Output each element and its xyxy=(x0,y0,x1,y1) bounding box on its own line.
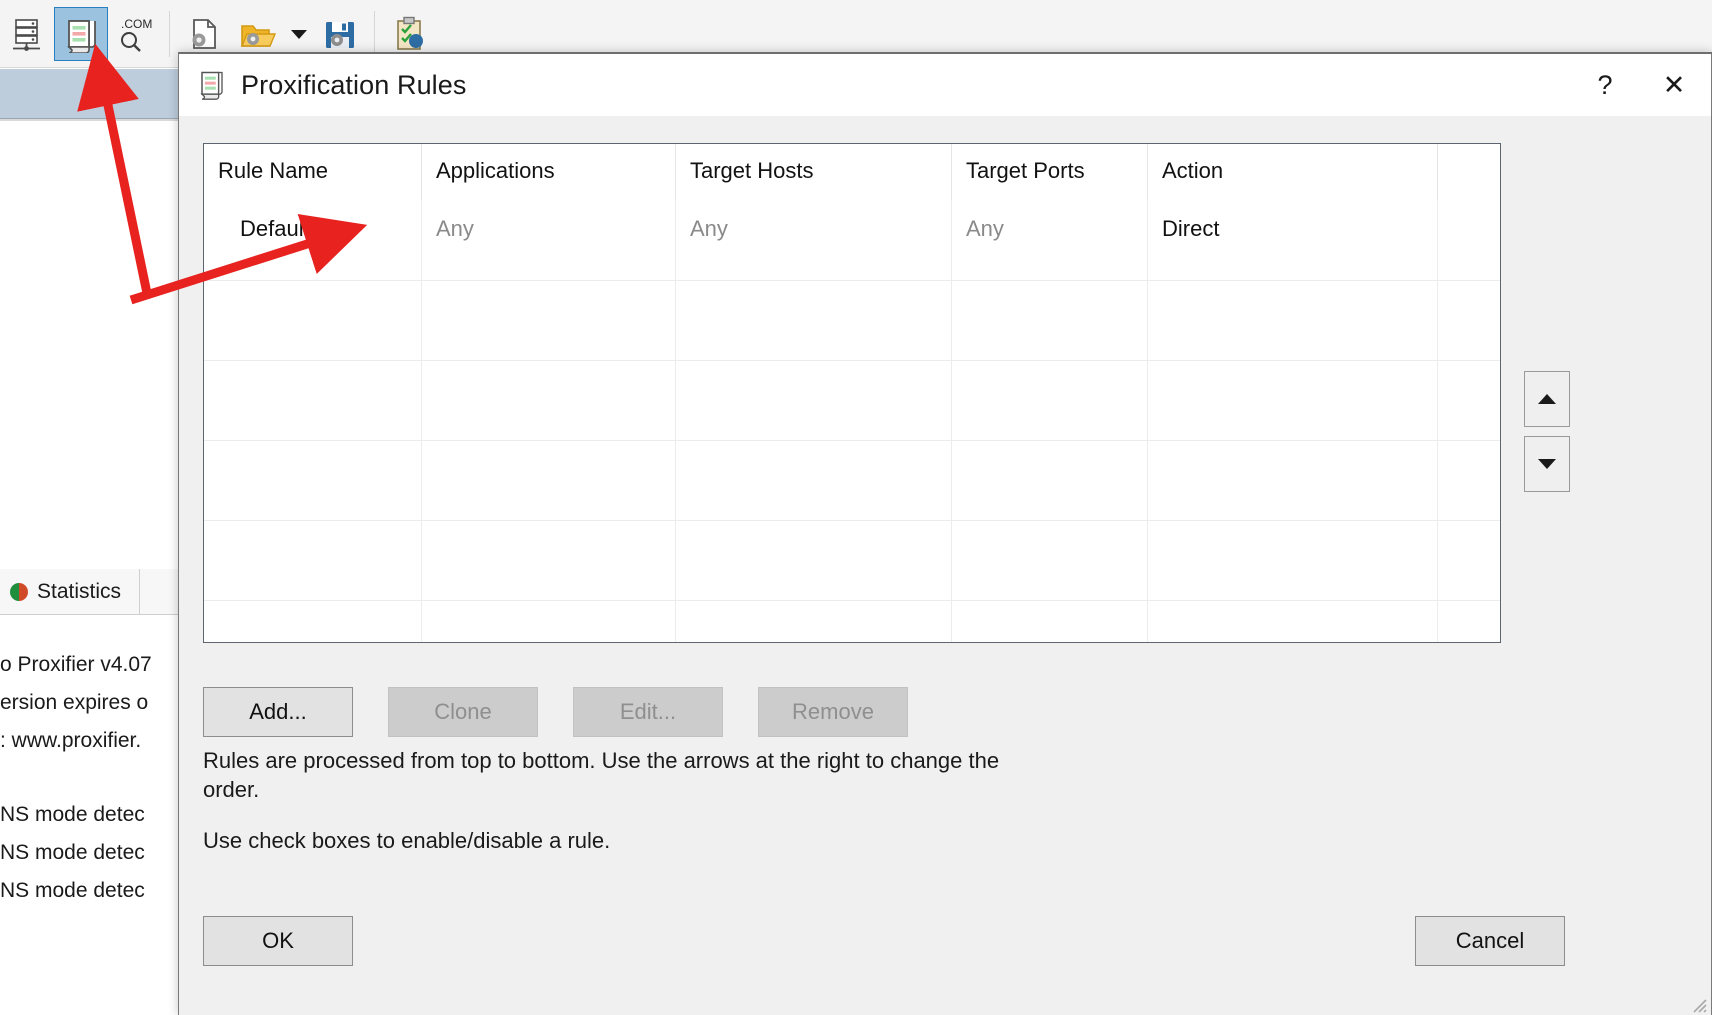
resize-grip[interactable] xyxy=(1689,995,1707,1013)
dialog-window-controls: ? ✕ xyxy=(1573,54,1711,116)
column-header-rule-name[interactable]: Rule Name xyxy=(204,144,422,200)
column-header-spacer xyxy=(1438,144,1500,200)
toolbar-divider xyxy=(169,10,170,57)
rule-order-controls xyxy=(1524,371,1570,492)
remove-rule-button[interactable]: Remove xyxy=(758,687,908,737)
tab-statistics[interactable]: Statistics xyxy=(0,568,141,615)
ok-button[interactable]: OK xyxy=(203,916,353,966)
proxification-rules-dialog: Proxification Rules ? ✕ Rule Name Applic… xyxy=(178,52,1712,1015)
close-icon[interactable]: ✕ xyxy=(1637,54,1711,116)
help-button[interactable]: ? xyxy=(1573,54,1637,116)
cell-target-hosts: Any xyxy=(676,200,952,280)
arrow-up-icon xyxy=(1538,394,1556,404)
toolbar-divider-2 xyxy=(374,10,375,57)
column-header-action[interactable]: Action xyxy=(1148,144,1438,200)
dialog-body: Rule Name Applications Target Hosts Targ… xyxy=(179,116,1711,1015)
arrow-down-icon xyxy=(1538,459,1556,469)
cell-rule-name: Default xyxy=(204,200,422,280)
svg-text:.COM: .COM xyxy=(121,17,152,31)
column-header-target-ports[interactable]: Target Ports xyxy=(952,144,1148,200)
clone-rule-button[interactable]: Clone xyxy=(388,687,538,737)
table-row-empty[interactable] xyxy=(204,280,1500,360)
move-rule-up-button[interactable] xyxy=(1524,371,1570,427)
rules-table[interactable]: Rule Name Applications Target Hosts Targ… xyxy=(203,143,1501,643)
statistics-icon xyxy=(10,582,28,601)
table-row-empty[interactable] xyxy=(204,520,1500,600)
toolbar-group-config: .COM xyxy=(0,0,162,68)
cancel-button[interactable]: Cancel xyxy=(1415,916,1565,966)
add-rule-button[interactable]: Add... xyxy=(203,687,353,737)
column-header-applications[interactable]: Applications xyxy=(422,144,676,200)
server-network-icon[interactable] xyxy=(0,7,54,61)
hint-check-boxes: Use check boxes to enable/disable a rule… xyxy=(203,828,611,853)
cell-action: Direct xyxy=(1148,200,1438,280)
table-row-empty[interactable] xyxy=(204,600,1500,642)
cell-spacer xyxy=(1438,200,1500,280)
proxification-rules-icon[interactable] xyxy=(54,6,108,61)
tab-statistics-label: Statistics xyxy=(37,579,122,603)
cell-target-ports: Any xyxy=(952,200,1148,280)
dialog-title: Proxification Rules xyxy=(241,69,467,100)
proxification-rules-icon xyxy=(197,69,227,101)
dialog-titlebar: Proxification Rules ? ✕ xyxy=(179,54,1711,116)
column-header-target-hosts[interactable]: Target Hosts xyxy=(676,144,952,200)
screen: .COM Statistics o Proxifier v4.07 ersion… xyxy=(0,0,1712,1015)
table-row[interactable]: Default Any Any Any Direct xyxy=(204,200,1500,280)
table-header-row: Rule Name Applications Target Hosts Targ… xyxy=(204,144,1500,200)
edit-rule-button[interactable]: Edit... xyxy=(573,687,723,737)
table-row-empty[interactable] xyxy=(204,440,1500,520)
table-row-empty[interactable] xyxy=(204,360,1500,440)
rule-action-buttons: Add... Clone Edit... Remove xyxy=(203,687,908,737)
cell-applications: Any xyxy=(422,200,676,280)
hint-processing-order: Rules are processed from top to bottom. … xyxy=(203,748,1000,802)
name-resolution-icon[interactable]: .COM xyxy=(108,7,162,61)
move-rule-down-button[interactable] xyxy=(1524,436,1570,492)
